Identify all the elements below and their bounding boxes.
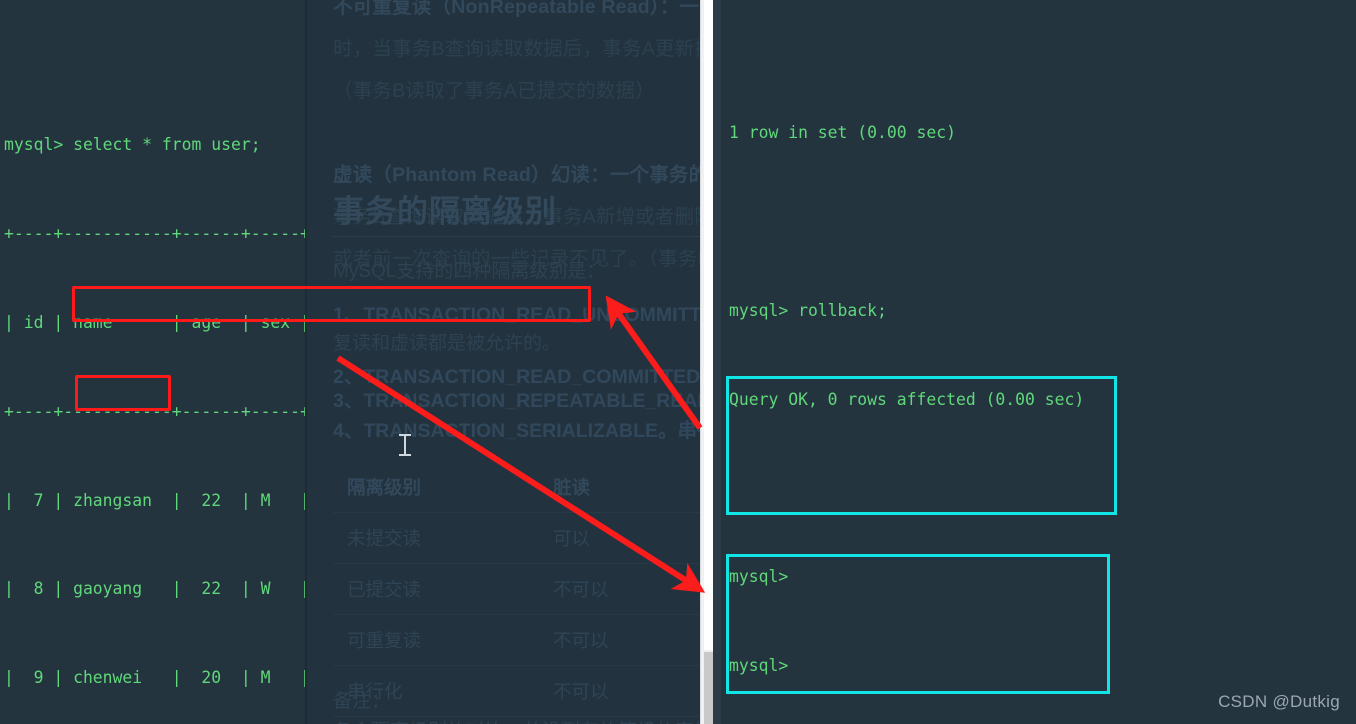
terminal-prompt: mysql> — [729, 567, 789, 587]
article-section-heading: 事务的隔离级别 — [333, 194, 557, 229]
article-intro: MySQL支持的四种隔离级别是： — [333, 261, 606, 282]
cell-level: 可重复读 — [333, 614, 539, 666]
isolation-level-item: 复读和虚读都是被允许的。 — [333, 333, 562, 354]
terminal-line: +----+-----------+------+-----+ — [4, 401, 307, 421]
article-note-label: 备注： — [333, 691, 391, 712]
terminal-session-b[interactable]: 1 row in set (0.00 sec) mysql> rollback;… — [721, 0, 1356, 724]
screenshot-root: MySQL基础 MySQL的SQL MySQL存储引擎 MySQL索引 MySQ… — [0, 0, 1356, 724]
terminal-session-a[interactable]: mysql> select * from user; +----+-------… — [0, 0, 307, 724]
terminal-line: | 7 | zhangsan | 22 | M | — [4, 490, 307, 510]
terminal-line: | id | name | age | sex | — [4, 312, 307, 332]
right-terminal-rail — [713, 0, 721, 724]
terminal-prompt: mysql> — [729, 656, 789, 676]
heading-divider — [333, 236, 700, 237]
column-header-level: 隔离级别 — [333, 462, 539, 513]
csdn-watermark: CSDN @Dutkig — [1218, 692, 1340, 711]
terminal-line: mysql> rollback; — [729, 300, 887, 320]
terminal-line: 1 row in set (0.00 sec) — [729, 123, 956, 143]
cell-level: 未提交读 — [333, 512, 539, 564]
terminal-line: +----+-----------+------+-----+ — [4, 224, 307, 244]
terminal-line: Query OK, 0 rows affected (0.00 sec) — [729, 389, 1085, 409]
cell-level: 已提交读 — [333, 563, 539, 615]
text-cursor-icon — [399, 434, 411, 456]
terminal-line: | 9 | chenwei | 20 | M | — [4, 668, 307, 688]
terminal-line: | 8 | gaoyang | 22 | W | — [4, 579, 307, 599]
terminal-line: mysql> select * from user; — [4, 135, 261, 155]
